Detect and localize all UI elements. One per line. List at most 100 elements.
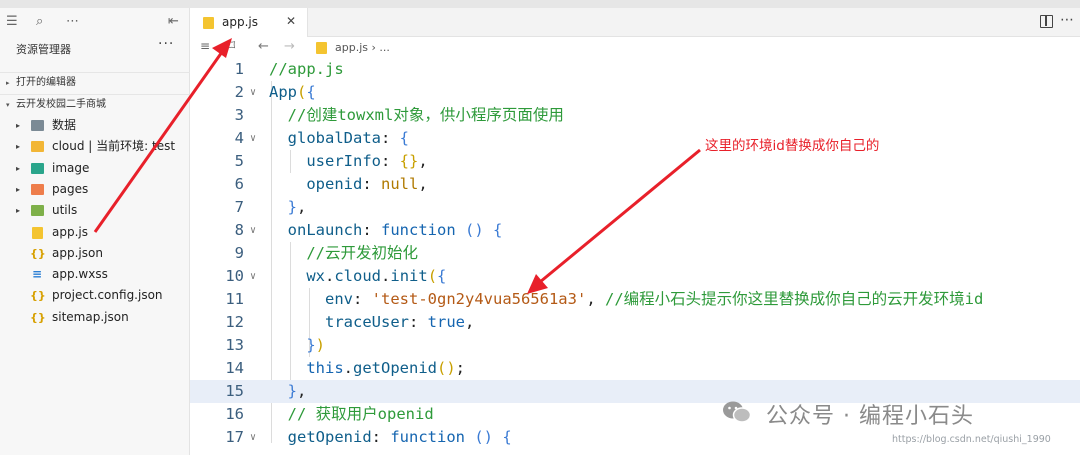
- fold-chevron-icon[interactable]: ∨: [250, 219, 256, 242]
- code-text: }): [306, 336, 326, 354]
- more-icon[interactable]: ⋯: [66, 14, 79, 30]
- line-number: 9: [234, 244, 244, 262]
- code-line[interactable]: 4 ∨ globalData: {: [190, 127, 1080, 150]
- watermark-url: https://blog.csdn.net/qiushi_1990: [892, 434, 1051, 445]
- line-number: 16: [225, 405, 244, 423]
- code-line[interactable]: 6 openid: null,: [190, 173, 1080, 196]
- search-icon[interactable]: ⌕: [36, 14, 43, 30]
- sidebar-more-icon[interactable]: ···: [158, 36, 174, 52]
- tree-item-label: image: [52, 160, 90, 175]
- code-text: //创建towxml对象，供小程序页面使用: [287, 106, 564, 124]
- section-open-editors[interactable]: ▸ 打开的编辑器: [0, 72, 190, 92]
- back-icon[interactable]: ←: [258, 39, 269, 54]
- cloud-folder-icon: [31, 141, 44, 153]
- line-number: 8: [234, 221, 244, 239]
- line-number: 1: [234, 60, 244, 78]
- code-line[interactable]: 7 },: [190, 196, 1080, 219]
- wechat-logo-icon: [723, 401, 752, 423]
- editor-tab-bar: app.js ✕: [190, 8, 1080, 37]
- json-file-icon: {}: [30, 289, 46, 303]
- annotation-text: 这里的环境id替换成你自己的: [705, 138, 880, 154]
- code-line[interactable]: 1 //app.js: [190, 58, 1080, 81]
- caret-down-icon: ▾: [6, 101, 10, 109]
- sidebar-title: 资源管理器: [16, 43, 71, 56]
- caret-right-icon[interactable]: ▸: [16, 115, 20, 136]
- close-icon[interactable]: ✕: [286, 14, 296, 28]
- code-text: App({: [269, 83, 316, 101]
- tree-item-[interactable]: ▸ 数据: [0, 115, 190, 136]
- bookmark-icon[interactable]: ⌑: [228, 38, 235, 54]
- line-number: 15: [225, 382, 244, 400]
- js-file-icon: [32, 226, 43, 239]
- outline-icon[interactable]: ≡: [200, 39, 210, 53]
- js-file-icon: [203, 17, 214, 29]
- code-text: //云开发初始化: [306, 244, 418, 262]
- line-number: 17: [225, 428, 244, 446]
- split-editor-icon[interactable]: [1040, 15, 1053, 28]
- code-line[interactable]: 14 this.getOpenid();: [190, 357, 1080, 380]
- tree-item-sitemap-json[interactable]: {} sitemap.json: [0, 307, 190, 328]
- breadcrumb: ≡ ⌑ ← → app.js › ...: [190, 38, 1080, 58]
- tree-item-project-config-json[interactable]: {} project.config.json: [0, 285, 190, 306]
- code-text: userInfo: {},: [306, 152, 428, 170]
- js-file-icon: [316, 42, 327, 54]
- tree-item-app-js[interactable]: app.js: [0, 222, 190, 243]
- code-line[interactable]: 13 }): [190, 334, 1080, 357]
- list-icon[interactable]: ☰: [6, 14, 18, 30]
- code-line[interactable]: 5 userInfo: {},: [190, 150, 1080, 173]
- line-number: 10: [225, 267, 244, 285]
- fold-chevron-icon[interactable]: ∨: [250, 265, 256, 288]
- tree-item-image[interactable]: ▸ image: [0, 158, 190, 179]
- fold-chevron-icon[interactable]: ∨: [250, 426, 256, 449]
- code-text: globalData: {: [287, 129, 410, 147]
- tree-item-label: app.wxss: [52, 267, 108, 282]
- line-number: 13: [225, 336, 244, 354]
- breadcrumb-file[interactable]: app.js › ...: [335, 41, 390, 54]
- tree-item-app-wxss[interactable]: ≡ app.wxss: [0, 264, 190, 285]
- caret-right-icon[interactable]: ▸: [16, 179, 20, 200]
- code-text: openid: null,: [306, 175, 428, 193]
- code-text: // 获取用户openid: [287, 405, 434, 423]
- code-text: },: [287, 382, 307, 400]
- fold-chevron-icon[interactable]: ∨: [250, 81, 256, 104]
- line-number: 14: [225, 359, 244, 377]
- code-line[interactable]: 8 ∨ onLaunch: function () {: [190, 219, 1080, 242]
- tree-item-utils[interactable]: ▸ utils: [0, 200, 190, 221]
- tree-item-cloud-test[interactable]: ▸ cloud | 当前环境: test: [0, 136, 190, 157]
- code-line[interactable]: 10 ∨ wx.cloud.init({: [190, 265, 1080, 288]
- caret-right-icon: ▸: [6, 79, 10, 87]
- caret-right-icon[interactable]: ▸: [16, 200, 20, 221]
- pages-folder-icon: [31, 183, 44, 195]
- caret-right-icon[interactable]: ▸: [16, 136, 20, 157]
- tree-item-app-json[interactable]: {} app.json: [0, 243, 190, 264]
- tree-item-label: pages: [52, 181, 89, 196]
- code-text: wx.cloud.init({: [306, 267, 447, 285]
- code-text: traceUser: true,: [325, 313, 475, 331]
- tab-label: app.js: [222, 15, 258, 29]
- tree-item-pages[interactable]: ▸ pages: [0, 179, 190, 200]
- tab-app-js[interactable]: app.js ✕: [190, 8, 308, 37]
- wxss-file-icon: ≡: [32, 267, 43, 282]
- line-number: 11: [225, 290, 244, 308]
- collapse-sidebar-icon[interactable]: ⇤: [168, 14, 179, 30]
- line-number: 4: [234, 129, 244, 147]
- window-top-strip: [0, 0, 1080, 8]
- caret-right-icon[interactable]: ▸: [16, 158, 20, 179]
- section-project[interactable]: ▾ 云开发校园二手商城: [0, 94, 190, 114]
- folder-icon: [31, 120, 44, 131]
- tree-item-label: 数据: [52, 118, 77, 132]
- editor-more-icon[interactable]: ⋯: [1060, 12, 1074, 28]
- code-line[interactable]: 9 //云开发初始化: [190, 242, 1080, 265]
- line-number: 3: [234, 106, 244, 124]
- code-line[interactable]: 12 traceUser: true,: [190, 311, 1080, 334]
- image-folder-icon: [31, 162, 44, 174]
- tree-item-label: app.js: [52, 224, 88, 239]
- watermark-text: 公众号 · 编程小石头: [766, 404, 974, 429]
- forward-icon[interactable]: →: [284, 39, 295, 54]
- code-line[interactable]: 11 env: 'test-0gn2y4vua56561a3', //编程小石头…: [190, 288, 1080, 311]
- code-line[interactable]: 3 //创建towxml对象，供小程序页面使用: [190, 104, 1080, 127]
- watermark: 公众号 · 编程小石头: [722, 396, 1052, 430]
- tree-item-label: cloud | 当前环境: test: [52, 139, 176, 154]
- code-line[interactable]: 2 ∨ App({: [190, 81, 1080, 104]
- fold-chevron-icon[interactable]: ∨: [250, 127, 256, 150]
